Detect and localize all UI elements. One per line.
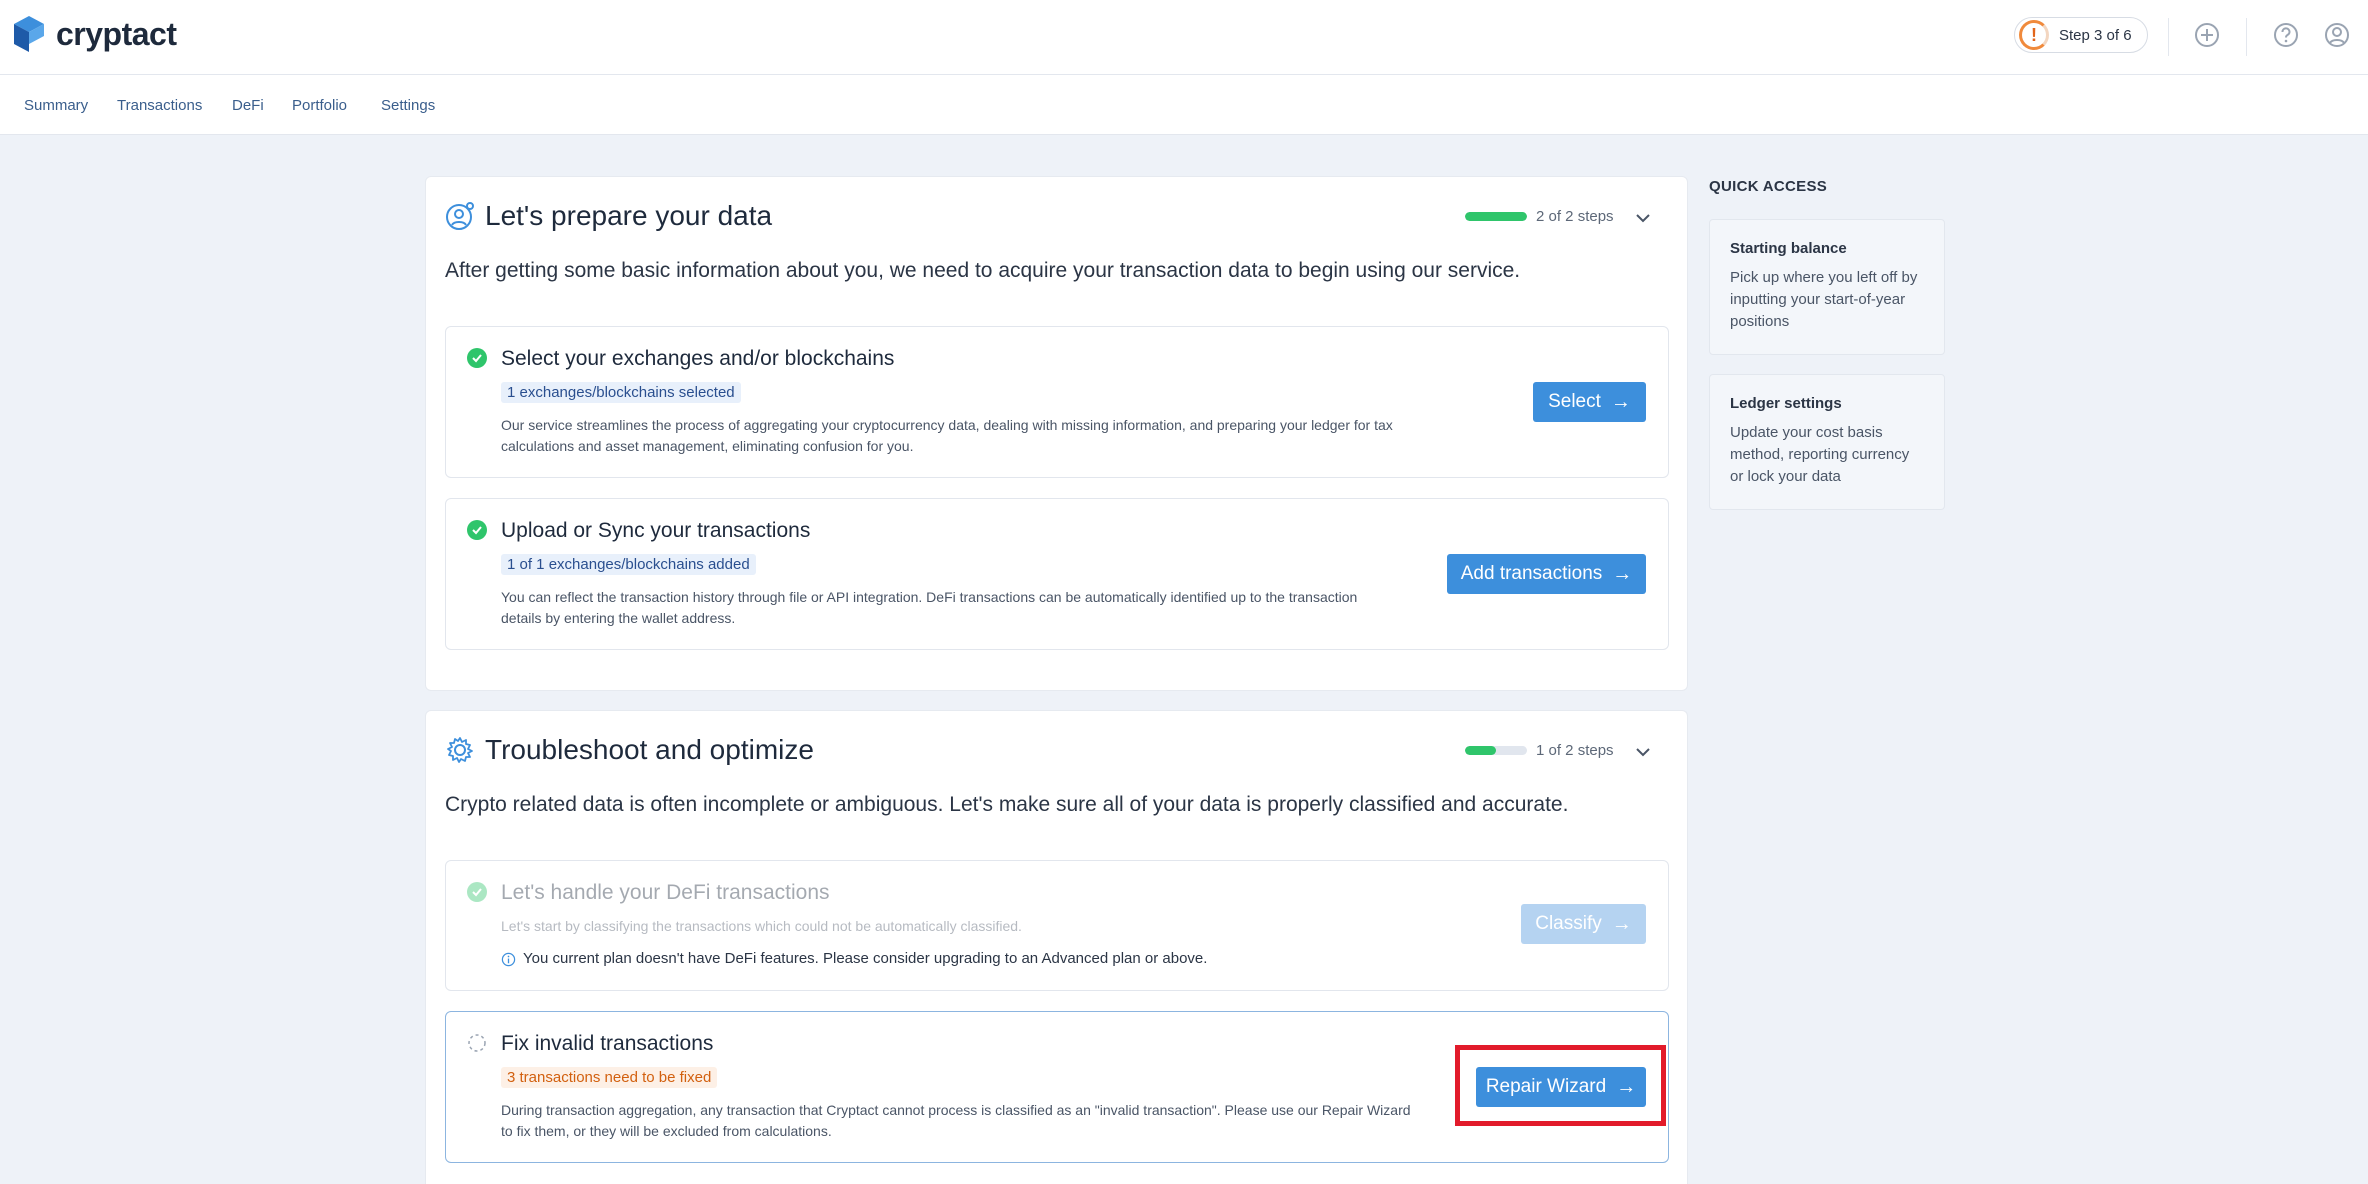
main-nav: Summary Transactions DeFi Portfolio Sett… — [0, 75, 2368, 135]
user-circle-icon[interactable] — [2322, 20, 2352, 50]
button-label: Select — [1548, 391, 1601, 412]
section-title: Troubleshoot and optimize — [485, 734, 814, 765]
nav-settings[interactable]: Settings — [381, 97, 435, 114]
highlight-box — [1455, 1045, 1666, 1126]
quick-access-heading: Ledger settings — [1730, 395, 1842, 412]
section-progress-label: 2 of 2 steps — [1536, 208, 1614, 225]
step-upload-sync: Upload or Sync your transactions 1 of 1 … — [445, 498, 1669, 650]
brand-name: cryptact — [56, 15, 177, 52]
user-gear-icon — [446, 202, 474, 230]
select-button[interactable]: Select → — [1533, 382, 1646, 422]
brand-logo[interactable]: cryptact — [12, 14, 177, 54]
step-description: During transaction aggregation, any tran… — [501, 1102, 1411, 1139]
arrow-right-icon: → — [1610, 390, 1631, 413]
step-title: Fix invalid transactions — [501, 1032, 714, 1055]
progress-fill — [1465, 212, 1527, 221]
quick-access-body: Update your cost basis method, reporting… — [1730, 424, 1910, 485]
chevron-down-icon[interactable] — [1633, 208, 1653, 228]
plus-circle-icon[interactable] — [2192, 20, 2222, 50]
nav-summary[interactable]: Summary — [24, 97, 88, 114]
classify-button[interactable]: Classify → — [1521, 904, 1646, 944]
top-header: cryptact ! Step 3 of 6 — [0, 0, 2368, 75]
step-handle-defi: Let's handle your DeFi transactions Let'… — [445, 860, 1669, 991]
section-progress-bar — [1465, 746, 1527, 755]
check-circle-icon — [467, 348, 487, 368]
section-title: Let's prepare your data — [485, 200, 773, 231]
pending-circle-icon — [468, 1034, 486, 1052]
quick-access-heading: Starting balance — [1730, 240, 1847, 257]
status-badge: 1 exchanges/blockchains selected — [501, 382, 741, 403]
step-indicator-label: Step 3 of 6 — [2059, 26, 2132, 44]
header-divider — [2246, 18, 2247, 56]
cryptact-logo-icon — [14, 16, 44, 52]
quick-access-ledger-settings[interactable]: Ledger settings Update your cost basis m… — [1709, 374, 1945, 510]
quick-access-body: Pick up where you left off by inputting … — [1730, 269, 1918, 330]
arrow-right-icon: → — [1612, 562, 1633, 585]
step-description: You can reflect the transaction history … — [501, 589, 1358, 626]
section-description: Crypto related data is often incomplete … — [445, 793, 1569, 816]
section-progress-label: 1 of 2 steps — [1536, 742, 1614, 759]
chevron-down-icon[interactable] — [1633, 742, 1653, 762]
section-description: After getting some basic information abo… — [445, 259, 1521, 282]
arrow-right-icon: → — [1611, 912, 1632, 935]
plan-notice: You current plan doesn't have DeFi featu… — [523, 950, 1208, 967]
info-icon — [501, 952, 516, 967]
gear-icon — [447, 737, 473, 763]
button-label: Classify — [1535, 913, 1602, 934]
status-badge: 1 of 1 exchanges/blockchains added — [501, 554, 756, 575]
add-transactions-button[interactable]: Add transactions → — [1447, 554, 1646, 594]
help-circle-icon[interactable] — [2271, 20, 2301, 50]
step-title: Select your exchanges and/or blockchains — [501, 347, 895, 370]
nav-transactions[interactable]: Transactions — [117, 97, 202, 114]
check-circle-icon — [467, 882, 487, 902]
check-circle-icon — [467, 520, 487, 540]
step-title: Let's handle your DeFi transactions — [501, 881, 830, 904]
quick-access-starting-balance[interactable]: Starting balance Pick up where you left … — [1709, 219, 1945, 355]
step-description: Our service streamlines the process of a… — [501, 417, 1393, 454]
nav-portfolio[interactable]: Portfolio — [292, 97, 347, 114]
step-description: Let's start by classifying the transacti… — [501, 918, 1022, 934]
step-select-exchanges: Select your exchanges and/or blockchains… — [445, 326, 1669, 478]
header-divider — [2168, 18, 2169, 56]
nav-defi[interactable]: DeFi — [232, 97, 264, 114]
prepare-data-card: Let's prepare your data 2 of 2 steps Aft… — [425, 176, 1688, 691]
step-indicator[interactable]: ! Step 3 of 6 — [2014, 17, 2148, 53]
progress-fill — [1465, 746, 1496, 755]
section-progress-bar — [1465, 212, 1527, 221]
step-progress-icon: ! — [2019, 20, 2049, 50]
quick-access-title: QUICK ACCESS — [1709, 178, 1828, 195]
button-label: Add transactions — [1460, 563, 1603, 584]
step-title: Upload or Sync your transactions — [501, 519, 811, 542]
status-badge: 3 transactions need to be fixed — [501, 1067, 718, 1088]
